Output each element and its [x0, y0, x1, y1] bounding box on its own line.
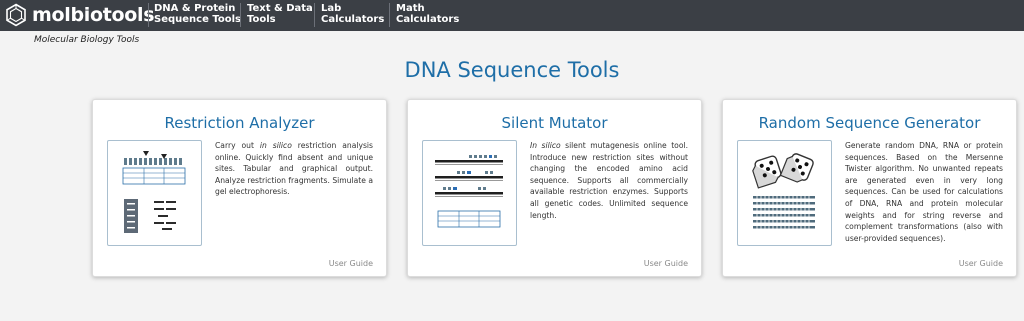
user-guide-link[interactable]: User Guide	[959, 259, 1003, 268]
page-title: DNA Sequence Tools	[404, 58, 620, 82]
card-description: Carry out in silico restriction analysis…	[215, 141, 373, 197]
nav-label-line2: Sequence Tools	[154, 14, 241, 25]
site-tagline: Molecular Biology Tools	[34, 35, 140, 45]
top-navbar: molbiotools DNA & Protein Sequence Tools…	[0, 0, 1024, 31]
molbiotools-logo-icon	[6, 3, 26, 27]
card-description: In silico silent mutagenesis online tool…	[530, 141, 688, 220]
nav-label-line1: DNA & Protein	[154, 3, 236, 14]
nav-label-line2: Tools	[247, 14, 276, 25]
card-title[interactable]: Restriction Analyzer	[93, 114, 386, 132]
restriction-analysis-icon[interactable]	[107, 140, 202, 246]
nav-divider	[240, 3, 241, 27]
nav-label-line2: Calculators	[396, 14, 460, 25]
dice-icon[interactable]	[737, 140, 832, 246]
nav-divider	[148, 3, 149, 27]
user-guide-link[interactable]: User Guide	[329, 259, 373, 268]
user-guide-link[interactable]: User Guide	[644, 259, 688, 268]
nav-lab-calculators[interactable]: Lab Calculators	[321, 3, 384, 25]
nav-math-calculators[interactable]: Math Calculators	[396, 3, 459, 25]
tool-card-silent-mutator[interactable]: Silent Mutator In silico silent mutagene…	[407, 99, 702, 277]
nav-label-line1: Lab	[321, 3, 342, 14]
nav-text-data-tools[interactable]: Text & Data Tools	[247, 3, 313, 25]
nav-divider	[389, 3, 390, 27]
card-title[interactable]: Random Sequence Generator	[723, 114, 1016, 132]
nav-label-line1: Text & Data	[247, 3, 313, 14]
nav-divider	[314, 3, 315, 27]
mutated-sequence-icon[interactable]	[422, 140, 517, 246]
card-description: Generate random DNA, RNA or protein sequ…	[845, 141, 1003, 243]
tool-card-restriction-analyzer[interactable]: Restriction Analyzer Carry out in silico…	[92, 99, 387, 277]
card-title[interactable]: Silent Mutator	[408, 114, 701, 132]
nav-label-line2: Calculators	[321, 14, 385, 25]
home-link[interactable]: molbiotools	[4, 3, 155, 27]
brand-name: molbiotools	[32, 4, 155, 26]
tool-card-random-sequence-generator[interactable]: Random Sequence Generator Generate rando…	[722, 99, 1017, 277]
nav-dna-protein-sequence-tools[interactable]: DNA & Protein Sequence Tools	[154, 3, 241, 25]
nav-label-line1: Math	[396, 3, 425, 14]
